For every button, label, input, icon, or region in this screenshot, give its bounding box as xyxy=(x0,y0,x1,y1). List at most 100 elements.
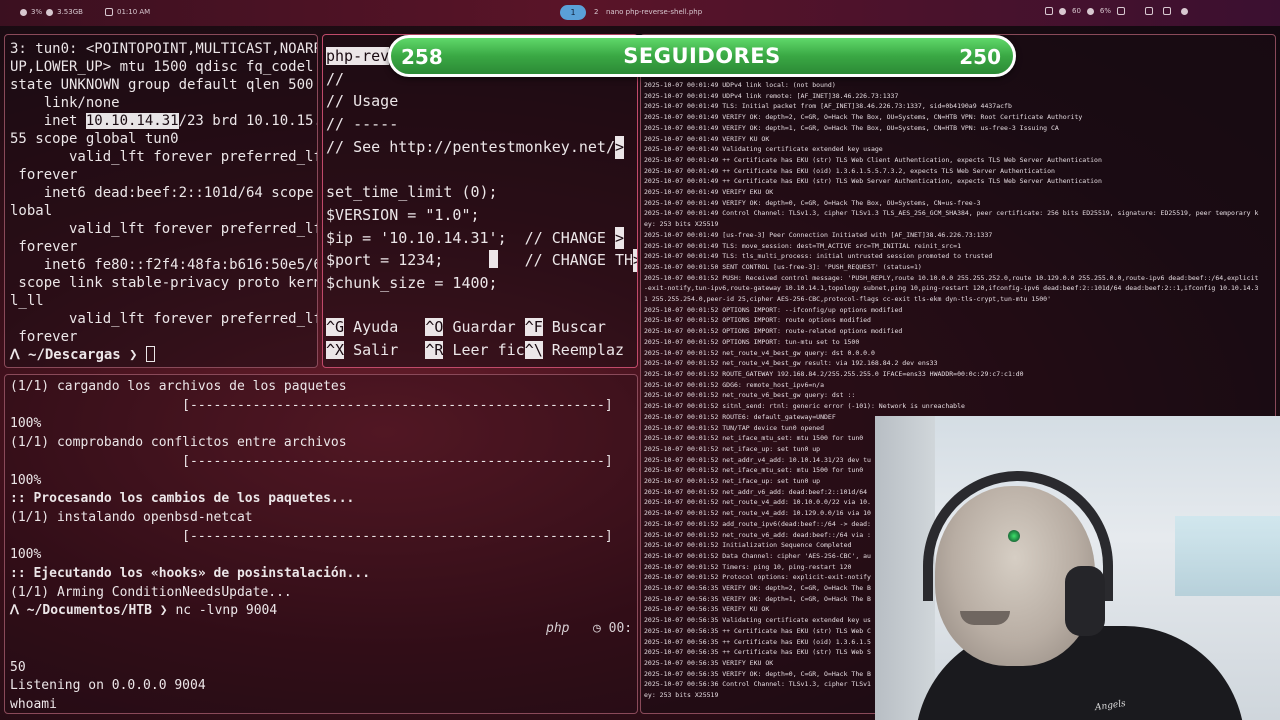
brightness-icon[interactable] xyxy=(1086,7,1094,15)
log-line: 2025-10-07 00:01:52 PUSH: Received contr… xyxy=(644,273,1259,282)
shortcut-key[interactable]: ^O xyxy=(425,318,444,336)
terminal-ip-output[interactable]: 3: tun0: <POINTOPOINT,MULTICAST,NOARP, UP… xyxy=(4,34,318,368)
output-line: 100% xyxy=(10,547,42,563)
shortcut-label: Salir xyxy=(353,341,399,359)
log-line: 2025-10-07 00:01:49 TLS: tls_multi_proce… xyxy=(644,252,993,261)
prompt-directory: ~/Documentos/HTB xyxy=(26,603,152,619)
progress-bar: [---------------------------------------… xyxy=(10,528,613,544)
output-line: (1/1) cargando los archivos de los paque… xyxy=(10,379,347,394)
tray-extra xyxy=(1145,7,1188,15)
system-tray: 60 6% xyxy=(1045,7,1126,15)
selected-ip[interactable]: 10.10.14.31 xyxy=(85,113,179,129)
command-prompt: ᐱ ~/Documentos/HTB ❯ nc -lvnp 9004 xyxy=(10,602,613,621)
nano-buffer[interactable]: php-rev//// Usage// -----// See http://p… xyxy=(326,45,637,295)
output-line: state UNKNOWN group default qlen 500 xyxy=(10,77,314,93)
workspace-1-button[interactable]: 1 xyxy=(560,5,586,20)
output-line: UP,LOWER_UP> mtu 1500 qdisc fq_codel s xyxy=(10,59,318,75)
output-line: forever xyxy=(10,167,78,183)
processing-text: Procesando los cambios de los paquetes..… xyxy=(33,491,355,507)
workspace-2-button[interactable]: 2 xyxy=(594,8,598,16)
output-line: (1/1) instalando openbsd-netcat xyxy=(10,509,253,525)
system-stats: 3% 3.53GB xyxy=(20,8,83,16)
output-line: forever xyxy=(10,329,78,345)
shortcut-label: Reemplaz xyxy=(551,341,625,359)
cpu-icon xyxy=(20,8,27,16)
shortcut-key[interactable]: ^X xyxy=(326,341,345,359)
log-line: 1 255.255.254.0,peer-id 25,cipher AES-25… xyxy=(644,295,1051,304)
screen-icon[interactable] xyxy=(1045,7,1053,15)
output-line: forever xyxy=(10,239,78,255)
output-line: 55 scope global tun0 xyxy=(10,131,179,147)
webcam-feed: Angels xyxy=(875,416,1280,720)
log-line: 2025-10-07 00:01:52 net_route_v6_best_gw… xyxy=(644,391,856,400)
background-shelf xyxy=(1175,516,1280,596)
display-icon[interactable] xyxy=(1145,7,1153,15)
shortcut-key[interactable]: ^F xyxy=(524,318,543,336)
output-line: (1/1) Arming ConditionNeedsUpdate... xyxy=(10,584,292,600)
code-line: $VERSION = "1.0"; xyxy=(326,205,480,224)
status-language: php xyxy=(546,621,570,636)
line-overflow-icon: > xyxy=(614,226,624,250)
log-line: 2025-10-07 00:01:49 [us-free-3] Peer Con… xyxy=(644,230,993,239)
power-icon[interactable] xyxy=(1181,7,1188,15)
ip-output-text: 3: tun0: <POINTOPOINT,MULTICAST,NOARP, UP… xyxy=(10,40,318,346)
volume-level: 60 xyxy=(1072,7,1081,15)
terminal-cursor xyxy=(146,346,156,362)
output-line: 50 xyxy=(10,659,26,675)
log-line: 2025-10-07 00:01:49 Validating certifica… xyxy=(644,145,883,154)
input-line[interactable]: whoami xyxy=(10,696,613,713)
output-line: valid_lft forever preferred_lft xyxy=(10,311,318,327)
output-line: l_ll xyxy=(10,293,44,309)
memory-icon xyxy=(46,8,54,16)
line-overflow-icon: > xyxy=(614,135,624,159)
clock-time: 01:10 AM xyxy=(117,8,151,16)
shortcut-label: Guardar xyxy=(452,318,516,336)
log-line: 2025-10-07 00:01:49 VERIFY OK: depth=2, … xyxy=(644,113,1083,122)
log-line: 2025-10-07 00:01:50 SENT CONTROL [us-fre… xyxy=(644,262,922,271)
code-line-text: $ip = '10.10.14.31'; // CHANGE xyxy=(326,228,615,247)
log-line: -exit-notify,tun-ipv6,route-gateway 10.1… xyxy=(644,284,1259,293)
output-line: inet6 dead:beef:2::101d/64 scope g xyxy=(10,185,318,201)
shortcut-key[interactable]: ^R xyxy=(425,341,444,359)
log-line: 2025-10-07 00:01:52 OPTIONS IMPORT: rout… xyxy=(644,316,871,325)
volume-icon[interactable] xyxy=(1059,7,1066,15)
shortcut-row: ^G Ayuda ^O Guardar ^F Buscar xyxy=(326,316,624,339)
headset-earcup xyxy=(1065,566,1105,636)
prompt-arrow-icon: ᐱ xyxy=(10,347,29,363)
log-line: 2025-10-07 00:01:49 VERIFY KU OK xyxy=(644,134,770,143)
port-comment: // CHANGE TH xyxy=(497,251,634,270)
terminal-pacman-netcat[interactable]: (1/1) cargando los archivos de los paque… xyxy=(4,374,638,714)
nano-filename: php-rev xyxy=(326,47,390,65)
network-icon[interactable] xyxy=(1117,7,1126,15)
code-spacer xyxy=(443,251,488,269)
notifications-icon[interactable] xyxy=(1163,7,1171,15)
shortcut-key[interactable]: ^G xyxy=(326,318,345,336)
shortcut-key[interactable]: ^\ xyxy=(524,341,543,359)
log-line: 2025-10-07 00:01:52 OPTIONS IMPORT: tun-… xyxy=(644,337,860,346)
clock[interactable]: 01:10 AM xyxy=(105,8,150,16)
output-line: scope link stable-privacy proto kerne xyxy=(10,275,318,291)
log-line: 2025-10-07 00:01:49 Control Channel: TLS… xyxy=(644,209,1259,218)
followers-banner: 258 SEGUIDORES 250 xyxy=(388,35,1016,77)
log-line: 2025-10-07 00:01:49 VERIFY OK: depth=1, … xyxy=(644,123,1059,132)
log-line: ey: 253 bits X25519 xyxy=(644,220,719,229)
code-line: set_time_limit (0); xyxy=(326,183,498,202)
log-line: 2025-10-07 00:01:49 TLS: Initial packet … xyxy=(644,102,1012,111)
output-line: lobal xyxy=(10,203,53,219)
code-line-url: // See http://pentestmonkey.net/> xyxy=(326,135,637,159)
prompt-directory: ~/Descargas xyxy=(28,347,121,363)
hooks-text: Ejecutando los «hooks» de posinstalación… xyxy=(33,566,371,582)
inet-prefix: inet xyxy=(10,113,86,129)
nano-editor[interactable]: php-rev//// Usage// -----// See http://p… xyxy=(322,34,638,368)
progress-bar: [---------------------------------------… xyxy=(10,453,613,469)
log-line: 2025-10-07 00:01:52 OPTIONS IMPORT: --if… xyxy=(644,305,903,314)
terminal-output: (1/1) cargando los archivos de los paque… xyxy=(10,378,613,713)
shortcut-row: ^X Salir ^R Leer fic^\ Reemplaz xyxy=(326,339,624,362)
nano-shortcuts: ^G Ayuda ^O Guardar ^F Buscar ^X Salir ^R… xyxy=(326,316,624,362)
brightness-level: 6% xyxy=(1099,7,1112,15)
shell-prompt[interactable]: ᐱ ~/Descargas ❯ xyxy=(10,346,156,363)
nano-cursor xyxy=(488,250,498,269)
log-line: 2025-10-07 00:01:52 net_route_v4_best_gw… xyxy=(644,348,875,357)
